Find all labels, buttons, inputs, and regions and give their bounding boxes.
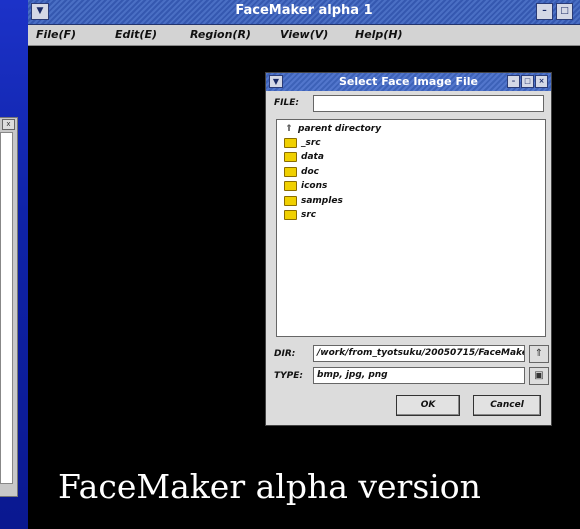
folder-icon (284, 137, 297, 148)
background-window-partial[interactable]: x (0, 117, 18, 497)
menu-file[interactable]: File(F) (36, 28, 76, 41)
cancel-button[interactable]: Cancel (473, 395, 541, 416)
main-window-title: FaceMaker alpha 1 (235, 3, 373, 18)
ok-button[interactable]: OK (396, 395, 460, 416)
file-label: FILE: (274, 98, 299, 108)
maximize-icon[interactable]: □ (556, 3, 573, 20)
new-folder-icon[interactable]: ▣ (529, 367, 549, 385)
dir-label: DIR: (274, 349, 296, 359)
menu-edit[interactable]: Edit(E) (115, 28, 157, 41)
dir-field[interactable]: /work/from_tyotsuku/20050715/FaceMaker (313, 345, 525, 362)
list-item[interactable]: icons (284, 180, 327, 193)
list-item[interactable]: data (284, 151, 324, 164)
parent-dir-icon[interactable]: ⇑ (529, 345, 549, 363)
dialog-close-icon[interactable]: × (535, 75, 548, 88)
background-window-content (0, 132, 13, 484)
file-input[interactable] (313, 95, 544, 112)
menu-help[interactable]: Help(H) (355, 28, 403, 41)
type-field[interactable]: bmp, jpg, png (313, 367, 525, 384)
up-arrow-icon: ⇑ (285, 124, 293, 134)
folder-icon (284, 166, 297, 177)
list-item[interactable]: doc (284, 166, 319, 179)
main-title-bar[interactable]: ▼ FaceMaker alpha 1 – □ (28, 0, 580, 25)
dialog-minimize-icon[interactable]: – (507, 75, 520, 88)
dialog-title-bar[interactable]: ▼ Select Face Image File – □ × (266, 73, 551, 91)
list-item[interactable]: src (284, 209, 316, 222)
dialog-maximize-icon[interactable]: □ (521, 75, 534, 88)
type-label: TYPE: (274, 371, 303, 381)
caption-text: FaceMaker alpha version (58, 467, 481, 506)
close-icon[interactable]: x (2, 119, 15, 130)
list-item[interactable]: ⇑ parent directory (284, 123, 381, 136)
file-list[interactable]: ⇑ parent directory _src data doc icons sa… (276, 119, 546, 337)
folder-icon (284, 195, 297, 206)
folder-icon (284, 180, 297, 191)
main-window: ▼ FaceMaker alpha 1 – □ File(F) Edit(E) … (28, 0, 580, 529)
minimize-icon[interactable]: – (536, 3, 553, 20)
select-file-dialog: ▼ Select Face Image File – □ × FILE: ⇑ pa… (265, 72, 552, 426)
menu-region[interactable]: Region(R) (190, 28, 251, 41)
folder-icon (284, 209, 297, 220)
menu-view[interactable]: View(V) (280, 28, 328, 41)
menu-bar: File(F) Edit(E) Region(R) View(V) Help(H… (28, 25, 580, 46)
folder-icon (284, 151, 297, 162)
list-item[interactable]: samples (284, 195, 343, 208)
list-item[interactable]: _src (284, 137, 321, 150)
